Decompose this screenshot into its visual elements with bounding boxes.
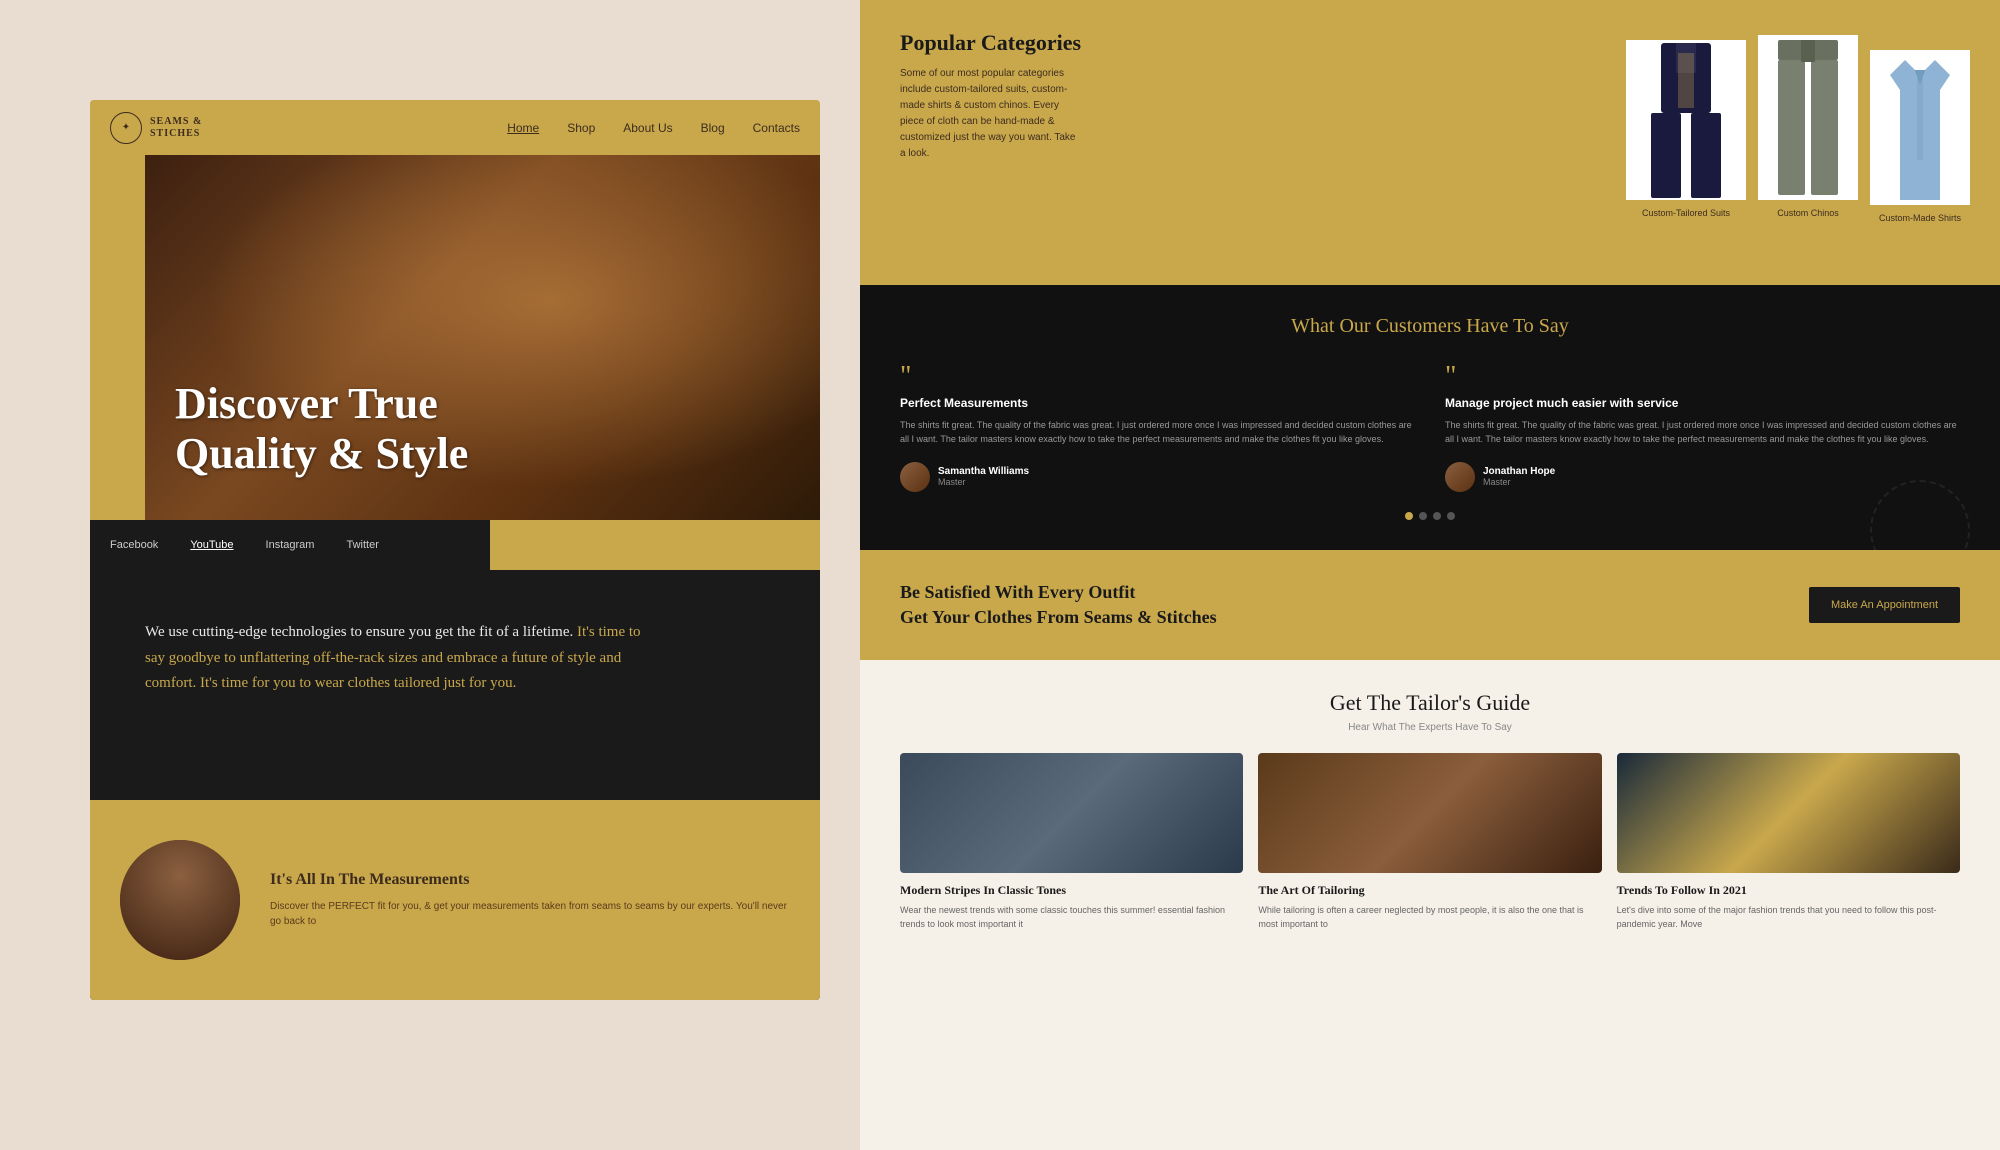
- blog-card-title-2: The Art Of Tailoring: [1258, 883, 1601, 898]
- social-twitter[interactable]: Twitter: [346, 539, 378, 551]
- measurements-body: Discover the PERFECT fit for you, & get …: [270, 899, 790, 929]
- right-panel: Popular Categories Some of our most popu…: [860, 0, 2000, 1150]
- reviewer-role-2: Master: [1483, 477, 1555, 487]
- cta-text: Be Satisfied With Every Outfit Get Your …: [900, 580, 1217, 630]
- nav-item-blog[interactable]: Blog: [701, 119, 725, 137]
- cta-title: Be Satisfied With Every Outfit Get Your …: [900, 580, 1217, 630]
- logo[interactable]: ✦ SEAMS & STICHES: [110, 112, 202, 144]
- quote-mark-1: ": [900, 363, 1415, 391]
- dot-2[interactable]: [1419, 512, 1427, 520]
- logo-icon: ✦: [110, 112, 142, 144]
- category-label-chinos: Custom Chinos: [1758, 208, 1858, 218]
- social-instagram[interactable]: Instagram: [266, 539, 315, 551]
- nav-links: Home Shop About Us Blog Contacts: [507, 119, 800, 137]
- reviewer-name-1: Samantha Williams: [938, 466, 1029, 477]
- blog-card-3[interactable]: Trends To Follow In 2021 Let's dive into…: [1617, 753, 1960, 931]
- blog-card-body-2: While tailoring is often a career neglec…: [1258, 904, 1601, 931]
- blog-card-title-1: Modern Stripes In Classic Tones: [900, 883, 1243, 898]
- reviewer-avatar-2: [1445, 462, 1475, 492]
- measurements-text: It's All In The Measurements Discover th…: [270, 871, 790, 929]
- reviewer-avatar-1: [900, 462, 930, 492]
- blog-card-title-3: Trends To Follow In 2021: [1617, 883, 1960, 898]
- appointment-button[interactable]: Make An Appointment: [1809, 587, 1960, 623]
- category-image-suits: [1626, 40, 1746, 200]
- blog-subtitle: Hear What The Experts Have To Say: [900, 722, 1960, 733]
- dot-3[interactable]: [1433, 512, 1441, 520]
- blog-card-1[interactable]: Modern Stripes In Classic Tones Wear the…: [900, 753, 1243, 931]
- reviewer-role-1: Master: [938, 477, 1029, 487]
- blog-card-body-1: Wear the newest trends with some classic…: [900, 904, 1243, 931]
- blog-image-2: [1258, 753, 1601, 873]
- social-bar: Facebook YouTube Instagram Twitter: [90, 520, 490, 570]
- category-card-suits[interactable]: Custom-Tailored Suits: [1626, 20, 1746, 218]
- category-card-shirts[interactable]: Custom-Made Shirts: [1870, 20, 1970, 223]
- blog-title: Get The Tailor's Guide: [900, 690, 1960, 716]
- testimonial-heading-2: Manage project much easier with service: [1445, 396, 1960, 410]
- dot-4[interactable]: [1447, 512, 1455, 520]
- blog-image-1: [900, 753, 1243, 873]
- hero-overlay: Discover True Quality & Style: [175, 379, 468, 480]
- testimonial-card-1: " Perfect Measurements The shirts fit gr…: [900, 363, 1415, 492]
- category-label-suits: Custom-Tailored Suits: [1626, 208, 1746, 218]
- hero-image: Discover True Quality & Style: [145, 155, 820, 520]
- category-image-shirts: [1870, 50, 1970, 205]
- body-text: We use cutting-edge technologies to ensu…: [145, 620, 645, 697]
- testimonial-body-1: The shirts fit great. The quality of the…: [900, 418, 1415, 447]
- social-youtube[interactable]: YouTube: [190, 539, 233, 551]
- blog-image-3: [1617, 753, 1960, 873]
- category-label-shirts: Custom-Made Shirts: [1870, 213, 1970, 223]
- quote-mark-2: ": [1445, 363, 1960, 391]
- cta-section: Be Satisfied With Every Outfit Get Your …: [860, 550, 2000, 660]
- reviewer-1: Samantha Williams Master: [900, 462, 1415, 492]
- blog-card-2[interactable]: The Art Of Tailoring While tailoring is …: [1258, 753, 1601, 931]
- testimonial-heading-1: Perfect Measurements: [900, 396, 1415, 410]
- blog-section: Get The Tailor's Guide Hear What The Exp…: [860, 660, 2000, 1150]
- category-card-chinos[interactable]: Custom Chinos: [1758, 20, 1858, 218]
- testimonials-section: What Our Customers Have To Say " Perfect…: [860, 285, 2000, 550]
- left-panel: ✦ SEAMS & STICHES Home Shop About Us Blo…: [90, 100, 820, 1000]
- blog-grid: Modern Stripes In Classic Tones Wear the…: [900, 753, 1960, 931]
- measurements-portrait: [120, 840, 240, 960]
- testimonial-card-2: " Manage project much easier with servic…: [1445, 363, 1960, 492]
- nav-item-contacts[interactable]: Contacts: [753, 119, 800, 137]
- categories-grid: Custom-Tailored Suits Custom Chinos: [1626, 20, 1970, 223]
- navigation: ✦ SEAMS & STICHES Home Shop About Us Blo…: [90, 100, 820, 155]
- nav-item-shop[interactable]: Shop: [567, 119, 595, 137]
- popular-categories: Popular Categories Some of our most popu…: [860, 0, 2000, 285]
- reviewer-name-2: Jonathan Hope: [1483, 466, 1555, 477]
- testimonials-title: What Our Customers Have To Say: [900, 315, 1960, 338]
- dot-1[interactable]: [1405, 512, 1413, 520]
- nav-item-about[interactable]: About Us: [623, 119, 672, 137]
- testimonials-grid: " Perfect Measurements The shirts fit gr…: [900, 363, 1960, 492]
- categories-description: Some of our most popular categories incl…: [900, 66, 1080, 162]
- pagination-dots: [900, 512, 1960, 520]
- testimonial-body-2: The shirts fit great. The quality of the…: [1445, 418, 1960, 447]
- nav-item-home[interactable]: Home: [507, 119, 539, 137]
- measurements-section: It's All In The Measurements Discover th…: [90, 800, 820, 1000]
- reviewer-2: Jonathan Hope Master: [1445, 462, 1960, 492]
- hero-title: Discover True Quality & Style: [175, 379, 468, 480]
- measurements-title: It's All In The Measurements: [270, 871, 790, 889]
- social-facebook[interactable]: Facebook: [110, 539, 158, 551]
- blog-card-body-3: Let's dive into some of the major fashio…: [1617, 904, 1960, 931]
- category-image-chinos: [1758, 35, 1858, 200]
- logo-text: SEAMS & STICHES: [150, 116, 202, 140]
